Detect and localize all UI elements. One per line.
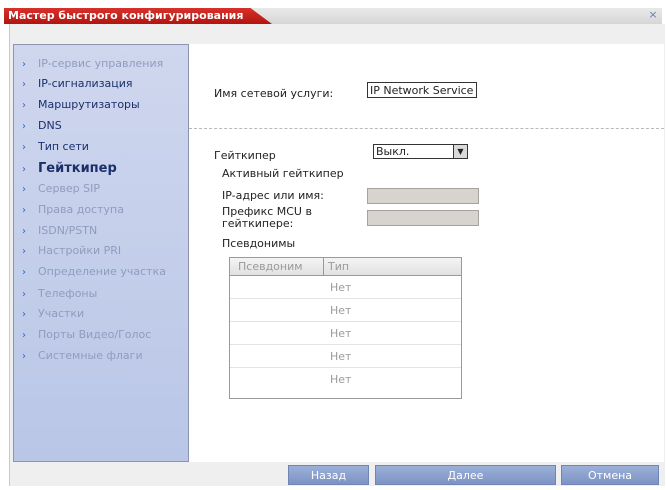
sidebar-item-label: IP-сигнализация bbox=[38, 77, 133, 90]
sidebar-item-label: IP-сервис управления bbox=[38, 57, 164, 70]
table-cell-type: Нет bbox=[330, 327, 352, 340]
sidebar-item-label: Порты Видео/Голос bbox=[38, 328, 152, 341]
chevron-right-icon: › bbox=[22, 100, 26, 111]
chevron-right-icon: › bbox=[22, 330, 26, 341]
sidebar-item-label: Права доступа bbox=[38, 203, 124, 216]
ip-address-label: IP-адрес или имя: bbox=[222, 189, 324, 202]
chevron-right-icon: › bbox=[22, 351, 26, 362]
title-bar: Мастер быстрого конфигурирования × bbox=[4, 8, 662, 24]
sidebar-item-pri-settings[interactable]: › Настройки PRI bbox=[22, 242, 121, 260]
chevron-right-icon: › bbox=[22, 205, 26, 216]
cancel-button[interactable]: Отмена bbox=[561, 465, 659, 485]
mcu-prefix-label: Префикс MCU в гейткипере: bbox=[222, 205, 312, 230]
sidebar-item-sip-server[interactable]: › Сервер SIP bbox=[22, 180, 100, 198]
table-row[interactable]: Нет bbox=[230, 299, 461, 322]
next-button[interactable]: Далее bbox=[375, 465, 556, 485]
main-panel bbox=[189, 44, 664, 462]
sidebar-item-dns[interactable]: › DNS bbox=[22, 117, 62, 135]
chevron-right-icon: › bbox=[22, 142, 26, 153]
active-gatekeeper-label: Активный гейткипер bbox=[222, 167, 344, 180]
sidebar-item-participant-definition[interactable]: › Определение участка bbox=[22, 263, 166, 281]
close-icon[interactable]: × bbox=[646, 8, 660, 22]
table-cell-type: Нет bbox=[330, 304, 352, 317]
service-name-input[interactable]: IP Network Service bbox=[367, 82, 477, 98]
chevron-right-icon: › bbox=[22, 226, 26, 237]
dropdown-arrow-icon[interactable]: ▼ bbox=[453, 145, 467, 158]
table-cell-type: Нет bbox=[330, 373, 352, 386]
table-row[interactable]: Нет bbox=[230, 368, 461, 390]
sidebar-item-label: DNS bbox=[38, 119, 62, 132]
sidebar-item-isdn-pstn[interactable]: › ISDN/PSTN bbox=[22, 222, 97, 240]
gatekeeper-select[interactable]: Выкл. ▼ bbox=[373, 144, 468, 159]
table-cell-type: Нет bbox=[330, 350, 352, 363]
table-row[interactable]: Нет bbox=[230, 345, 461, 368]
section-divider bbox=[189, 128, 664, 129]
chevron-right-icon: › bbox=[22, 79, 26, 90]
chevron-right-icon: › bbox=[22, 309, 26, 320]
column-header-type[interactable]: Тип bbox=[328, 260, 349, 273]
column-separator bbox=[323, 258, 324, 275]
mcu-prefix-input[interactable] bbox=[367, 210, 479, 226]
column-header-alias[interactable]: Псевдоним bbox=[238, 260, 303, 273]
sidebar: › IP-сервис управления › IP-сигнализация ›… bbox=[13, 44, 189, 462]
table-row[interactable]: Нет bbox=[230, 276, 461, 299]
chevron-right-icon: › bbox=[22, 121, 26, 132]
sidebar-item-label: Тип сети bbox=[38, 140, 89, 153]
service-name-label: Имя сетевой услуги: bbox=[214, 87, 334, 100]
chevron-right-icon: › bbox=[22, 246, 26, 257]
chevron-right-icon: › bbox=[22, 59, 26, 70]
sidebar-item-network-type[interactable]: › Тип сети bbox=[22, 138, 89, 156]
aliases-table: Псевдоним Тип Нет Нет Нет Нет Нет bbox=[229, 257, 462, 399]
sidebar-item-ip-management[interactable]: › IP-сервис управления bbox=[22, 55, 163, 73]
table-row[interactable]: Нет bbox=[230, 322, 461, 345]
aliases-label: Псевдонимы bbox=[222, 237, 296, 250]
back-button[interactable]: Назад bbox=[288, 465, 369, 485]
sidebar-item-routers[interactable]: › Маршрутизаторы bbox=[22, 96, 140, 114]
sidebar-item-gatekeeper[interactable]: › Гейткипер bbox=[22, 160, 117, 178]
sidebar-item-label: Системные флаги bbox=[38, 349, 143, 362]
sidebar-item-video-voice-ports[interactable]: › Порты Видео/Голос bbox=[22, 326, 151, 344]
chevron-right-icon: › bbox=[22, 289, 26, 300]
gatekeeper-label: Гейткипер bbox=[214, 149, 276, 162]
ip-address-input[interactable] bbox=[367, 188, 479, 204]
table-header: Псевдоним Тип bbox=[230, 258, 461, 276]
sidebar-item-label: ISDN/PSTN bbox=[38, 224, 98, 237]
chevron-right-icon: › bbox=[22, 184, 26, 195]
sidebar-item-label: Настройки PRI bbox=[38, 244, 122, 257]
sidebar-item-access-rights[interactable]: › Права доступа bbox=[22, 201, 124, 219]
chevron-right-icon: › bbox=[22, 267, 26, 278]
chevron-right-icon: › bbox=[22, 164, 26, 175]
sidebar-item-label: Телефоны bbox=[38, 287, 98, 300]
sidebar-item-label: Участки bbox=[38, 307, 85, 320]
sidebar-item-label: Сервер SIP bbox=[38, 182, 101, 195]
sidebar-item-label: Маршрутизаторы bbox=[38, 98, 140, 111]
window-title: Мастер быстрого конфигурирования bbox=[8, 9, 244, 22]
gatekeeper-select-value: Выкл. bbox=[376, 145, 410, 158]
sidebar-item-ip-signaling[interactable]: › IP-сигнализация bbox=[22, 75, 133, 93]
sidebar-item-system-flags[interactable]: › Системные флаги bbox=[22, 347, 143, 365]
sidebar-item-participants[interactable]: › Участки bbox=[22, 305, 84, 323]
sidebar-item-label: Гейткипер bbox=[38, 161, 117, 176]
table-cell-type: Нет bbox=[330, 281, 352, 294]
sidebar-item-phones[interactable]: › Телефоны bbox=[22, 285, 97, 303]
sidebar-item-label: Определение участка bbox=[38, 265, 166, 278]
